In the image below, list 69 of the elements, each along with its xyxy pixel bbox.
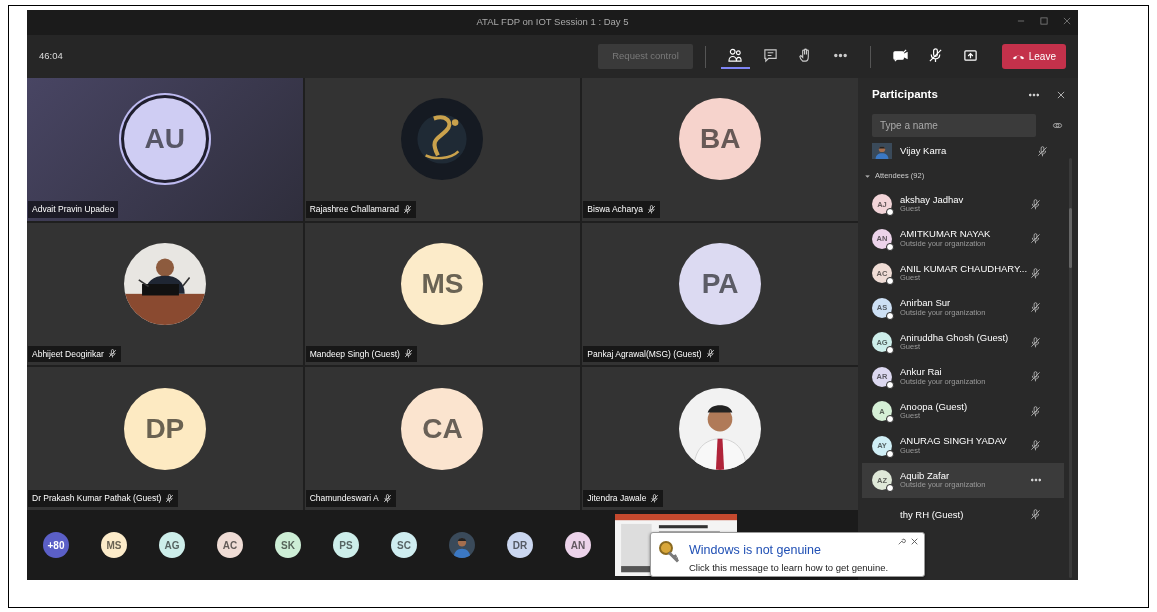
participant-row[interactable]: thy RH (Guest)	[862, 497, 1064, 532]
participant-name: Ankur Rai	[900, 367, 943, 378]
status-dot	[886, 277, 894, 286]
status-dot	[886, 484, 894, 493]
status-dot	[886, 449, 894, 458]
close-icon	[910, 537, 919, 546]
notification-popup[interactable]: Windows is not genuine Click this message to learn how to get genuine.	[650, 532, 925, 577]
participant-name: thy RH (Guest)	[900, 509, 965, 520]
close-button[interactable]	[1062, 16, 1072, 26]
microphone-off-icon	[927, 48, 943, 63]
participant-name: akshay Jadhav	[900, 194, 965, 206]
status-dot	[886, 242, 894, 251]
participant-name: ANURAG SINGH YADAV	[900, 436, 1008, 447]
key-icon	[657, 539, 681, 563]
participant-name: Biswa Acharya	[587, 202, 644, 216]
participant-name: Aniruddha Ghosh (Guest)	[900, 332, 1010, 344]
camera-off-icon	[892, 48, 908, 63]
participant-name: Jitendra Jawale	[587, 492, 647, 505]
avatar: CA	[401, 387, 484, 470]
notification-title: Windows is not genuine	[689, 542, 822, 559]
participant-name: Anoopa (Guest)	[900, 401, 969, 413]
avatar: DP	[123, 387, 206, 470]
link-icon	[1052, 120, 1063, 131]
participant-name: AMITKUMAR NAYAK	[900, 229, 992, 240]
participant-name: Abhijeet Deogirikar	[32, 347, 104, 361]
avatar: BA	[679, 98, 762, 181]
avatar: AN	[565, 532, 591, 558]
close-icon	[1062, 16, 1072, 26]
panel-title: Participants	[872, 87, 939, 103]
avatar: PS	[333, 532, 359, 558]
participant-name: Aquib Zafar	[900, 470, 951, 481]
participant-name: Vijay Karra	[900, 143, 948, 158]
scrollbar-thumb[interactable]	[1069, 208, 1072, 268]
avatar: AG	[159, 532, 185, 558]
wrench-icon	[897, 537, 906, 546]
chat-icon	[762, 48, 778, 63]
close-icon	[1056, 90, 1066, 100]
participant-name: Chamundeswari A	[309, 492, 379, 505]
search-field[interactable]: Type a name	[872, 114, 1036, 137]
share-icon	[962, 48, 978, 63]
status-dot	[886, 415, 894, 424]
participant-name: ANIL KUMAR CHAUDHARY...	[900, 263, 1029, 275]
avatar: MS	[101, 532, 127, 558]
participant-name: Dr Prakash Kumar Pathak (Guest)	[32, 492, 162, 505]
more-participants-badge[interactable]: +80	[43, 532, 69, 558]
notification-message: Click this message to learn how to get genuine.	[689, 561, 890, 575]
share-link-button[interactable]	[1052, 120, 1063, 131]
meeting-timer: 46:04	[39, 49, 63, 64]
avatar: AC	[217, 532, 243, 558]
participant-name: Advait Pravin Upadeo	[32, 202, 115, 216]
status-dot	[886, 311, 894, 320]
participants-icon	[727, 48, 743, 63]
maximize-icon	[1039, 16, 1049, 26]
participant-name: Mandeep Singh (Guest)	[309, 347, 400, 361]
options-button[interactable]	[897, 537, 906, 546]
status-dot	[886, 346, 894, 355]
status-dot	[886, 380, 894, 389]
participant-name: Rajashree Challamarad	[309, 202, 399, 216]
status-dot	[886, 208, 894, 217]
avatar: DR	[507, 532, 533, 558]
avatar: SK	[275, 532, 301, 558]
avatar: MS	[401, 243, 484, 326]
avatar: SC	[391, 532, 417, 558]
participant-name: Anirban Sur	[900, 298, 952, 309]
participant-name: Pankaj Agrawal(MSG) (Guest)	[587, 347, 702, 361]
avatar: PA	[679, 243, 762, 326]
leave-button[interactable]: Leave	[1001, 44, 1066, 69]
window-title: ATAL FDP on IOT Session 1 : Day 5	[476, 15, 629, 30]
close-button[interactable]	[910, 537, 919, 546]
